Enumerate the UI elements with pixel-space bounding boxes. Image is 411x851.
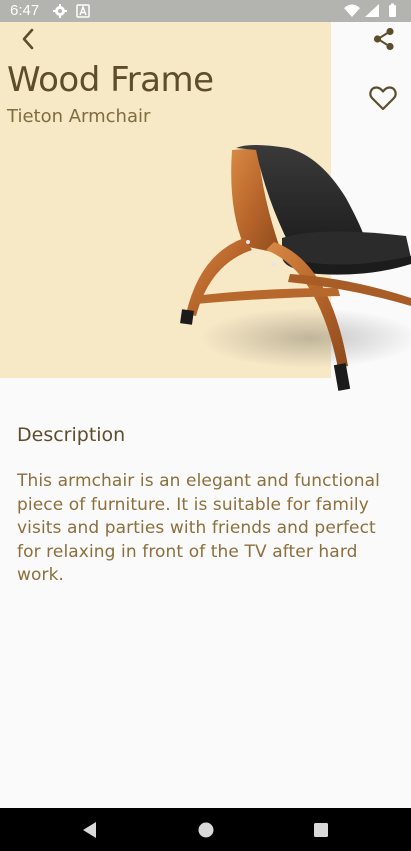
nav-home-button[interactable] <box>194 818 218 842</box>
signal-icon <box>365 4 379 17</box>
share-button[interactable] <box>370 26 398 52</box>
status-time: 6:47 <box>10 2 40 19</box>
product-image <box>170 138 411 398</box>
product-subtitle: Tieton Armchair <box>7 106 151 127</box>
back-button[interactable] <box>14 26 42 52</box>
gear-icon <box>53 4 67 18</box>
a-icon <box>76 4 90 18</box>
recents-square-icon <box>314 823 328 837</box>
status-right-icons <box>343 3 401 23</box>
status-left-icons <box>52 3 92 23</box>
heart-outline-icon <box>369 86 397 111</box>
nav-back-button[interactable] <box>78 818 102 842</box>
back-triangle-icon <box>83 822 96 838</box>
description-text: This armchair is an elegant and function… <box>17 471 380 585</box>
share-icon <box>373 27 394 51</box>
navigation-bar <box>0 808 411 851</box>
chevron-left-icon <box>22 28 34 50</box>
battery-icon <box>389 3 396 17</box>
home-circle-icon <box>198 822 214 838</box>
wifi-icon <box>344 4 360 17</box>
nav-recents-button[interactable] <box>309 818 333 842</box>
description-heading: Description <box>17 424 126 446</box>
status-bar: 6:47 <box>0 0 411 22</box>
product-title: Wood Frame <box>7 60 214 100</box>
favorite-button[interactable] <box>368 84 398 112</box>
